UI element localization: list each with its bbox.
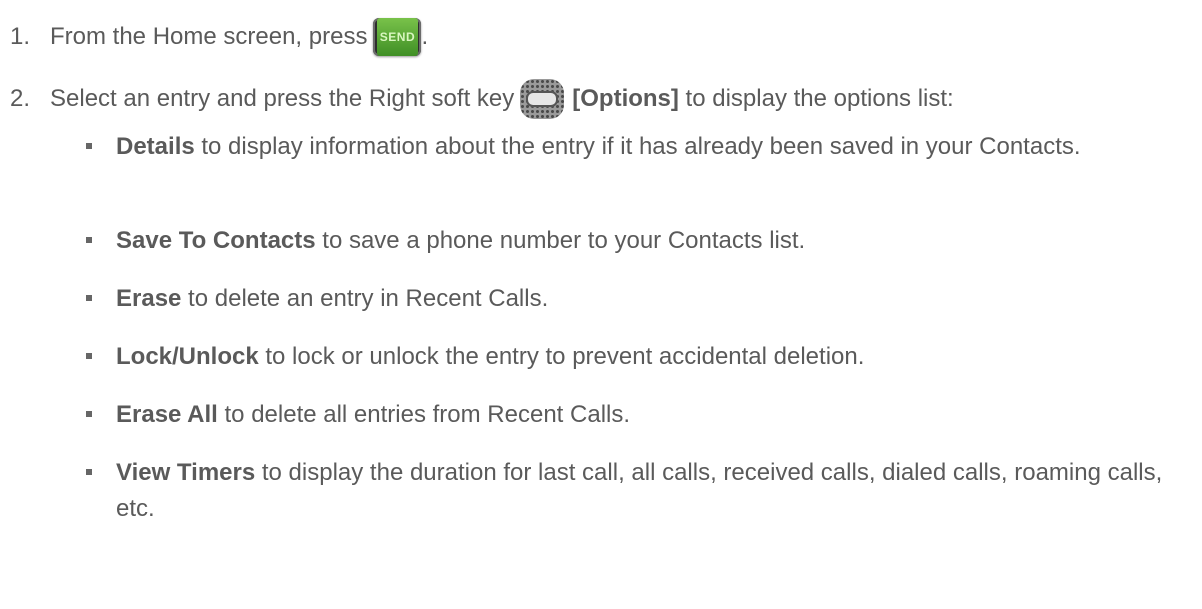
option-view-timers: View Timers to display the duration for … — [86, 455, 1176, 527]
option-description: to delete all entries from Recent Calls. — [217, 401, 631, 428]
option-lock-unlock: Lock/Unlock to lock or unlock the entry … — [86, 339, 1176, 375]
option-term: View Timers — [116, 459, 256, 486]
option-erase-all: Erase All to delete all entries from Rec… — [86, 397, 1176, 433]
step-text: Select an entry and press the Right soft… — [50, 85, 515, 112]
option-term: Save To Contacts — [116, 227, 316, 254]
option-description: to delete an entry in Recent Calls. — [181, 285, 549, 312]
option-description: to lock or unlock the entry to prevent a… — [258, 343, 865, 370]
option-erase: Erase to delete an entry in Recent Calls… — [86, 281, 1176, 317]
option-term: Details — [116, 133, 195, 160]
options-key-label: [Options] — [572, 85, 679, 112]
option-description: to display the duration for last call, a… — [116, 459, 1163, 522]
option-term: Erase All — [116, 401, 218, 428]
bullet-icon — [86, 295, 92, 301]
bullet-icon — [86, 353, 92, 359]
step-text-end: to display the options list: — [678, 85, 954, 112]
option-description: to save a phone number to your Contacts … — [315, 227, 806, 254]
step-text-end: . — [421, 23, 429, 50]
option-description: to display information about the entry i… — [194, 133, 1081, 160]
right-soft-key-icon — [520, 79, 565, 119]
bullet-icon — [86, 411, 92, 417]
instructions-page: 1. From the Home screen, press SEND . 2.… — [0, 0, 1202, 609]
option-term: Lock/Unlock — [116, 343, 259, 370]
bullet-icon — [86, 237, 92, 243]
step-1: 1. From the Home screen, press SEND . — [10, 18, 428, 56]
option-term: Erase — [116, 285, 182, 312]
step-text: From the Home screen, press — [50, 23, 368, 50]
step-number: 2. — [10, 85, 31, 112]
option-save-to-contacts: Save To Contacts to save a phone number … — [86, 223, 1176, 259]
option-details: Details to display information about the… — [86, 129, 1176, 165]
bullet-icon — [86, 143, 92, 149]
step-number: 1. — [10, 23, 31, 50]
bullet-icon — [86, 469, 92, 475]
step-2: 2. Select an entry and press the Right s… — [10, 79, 954, 119]
send-key-icon: SEND — [373, 18, 422, 56]
send-key-label: SEND — [376, 18, 419, 56]
